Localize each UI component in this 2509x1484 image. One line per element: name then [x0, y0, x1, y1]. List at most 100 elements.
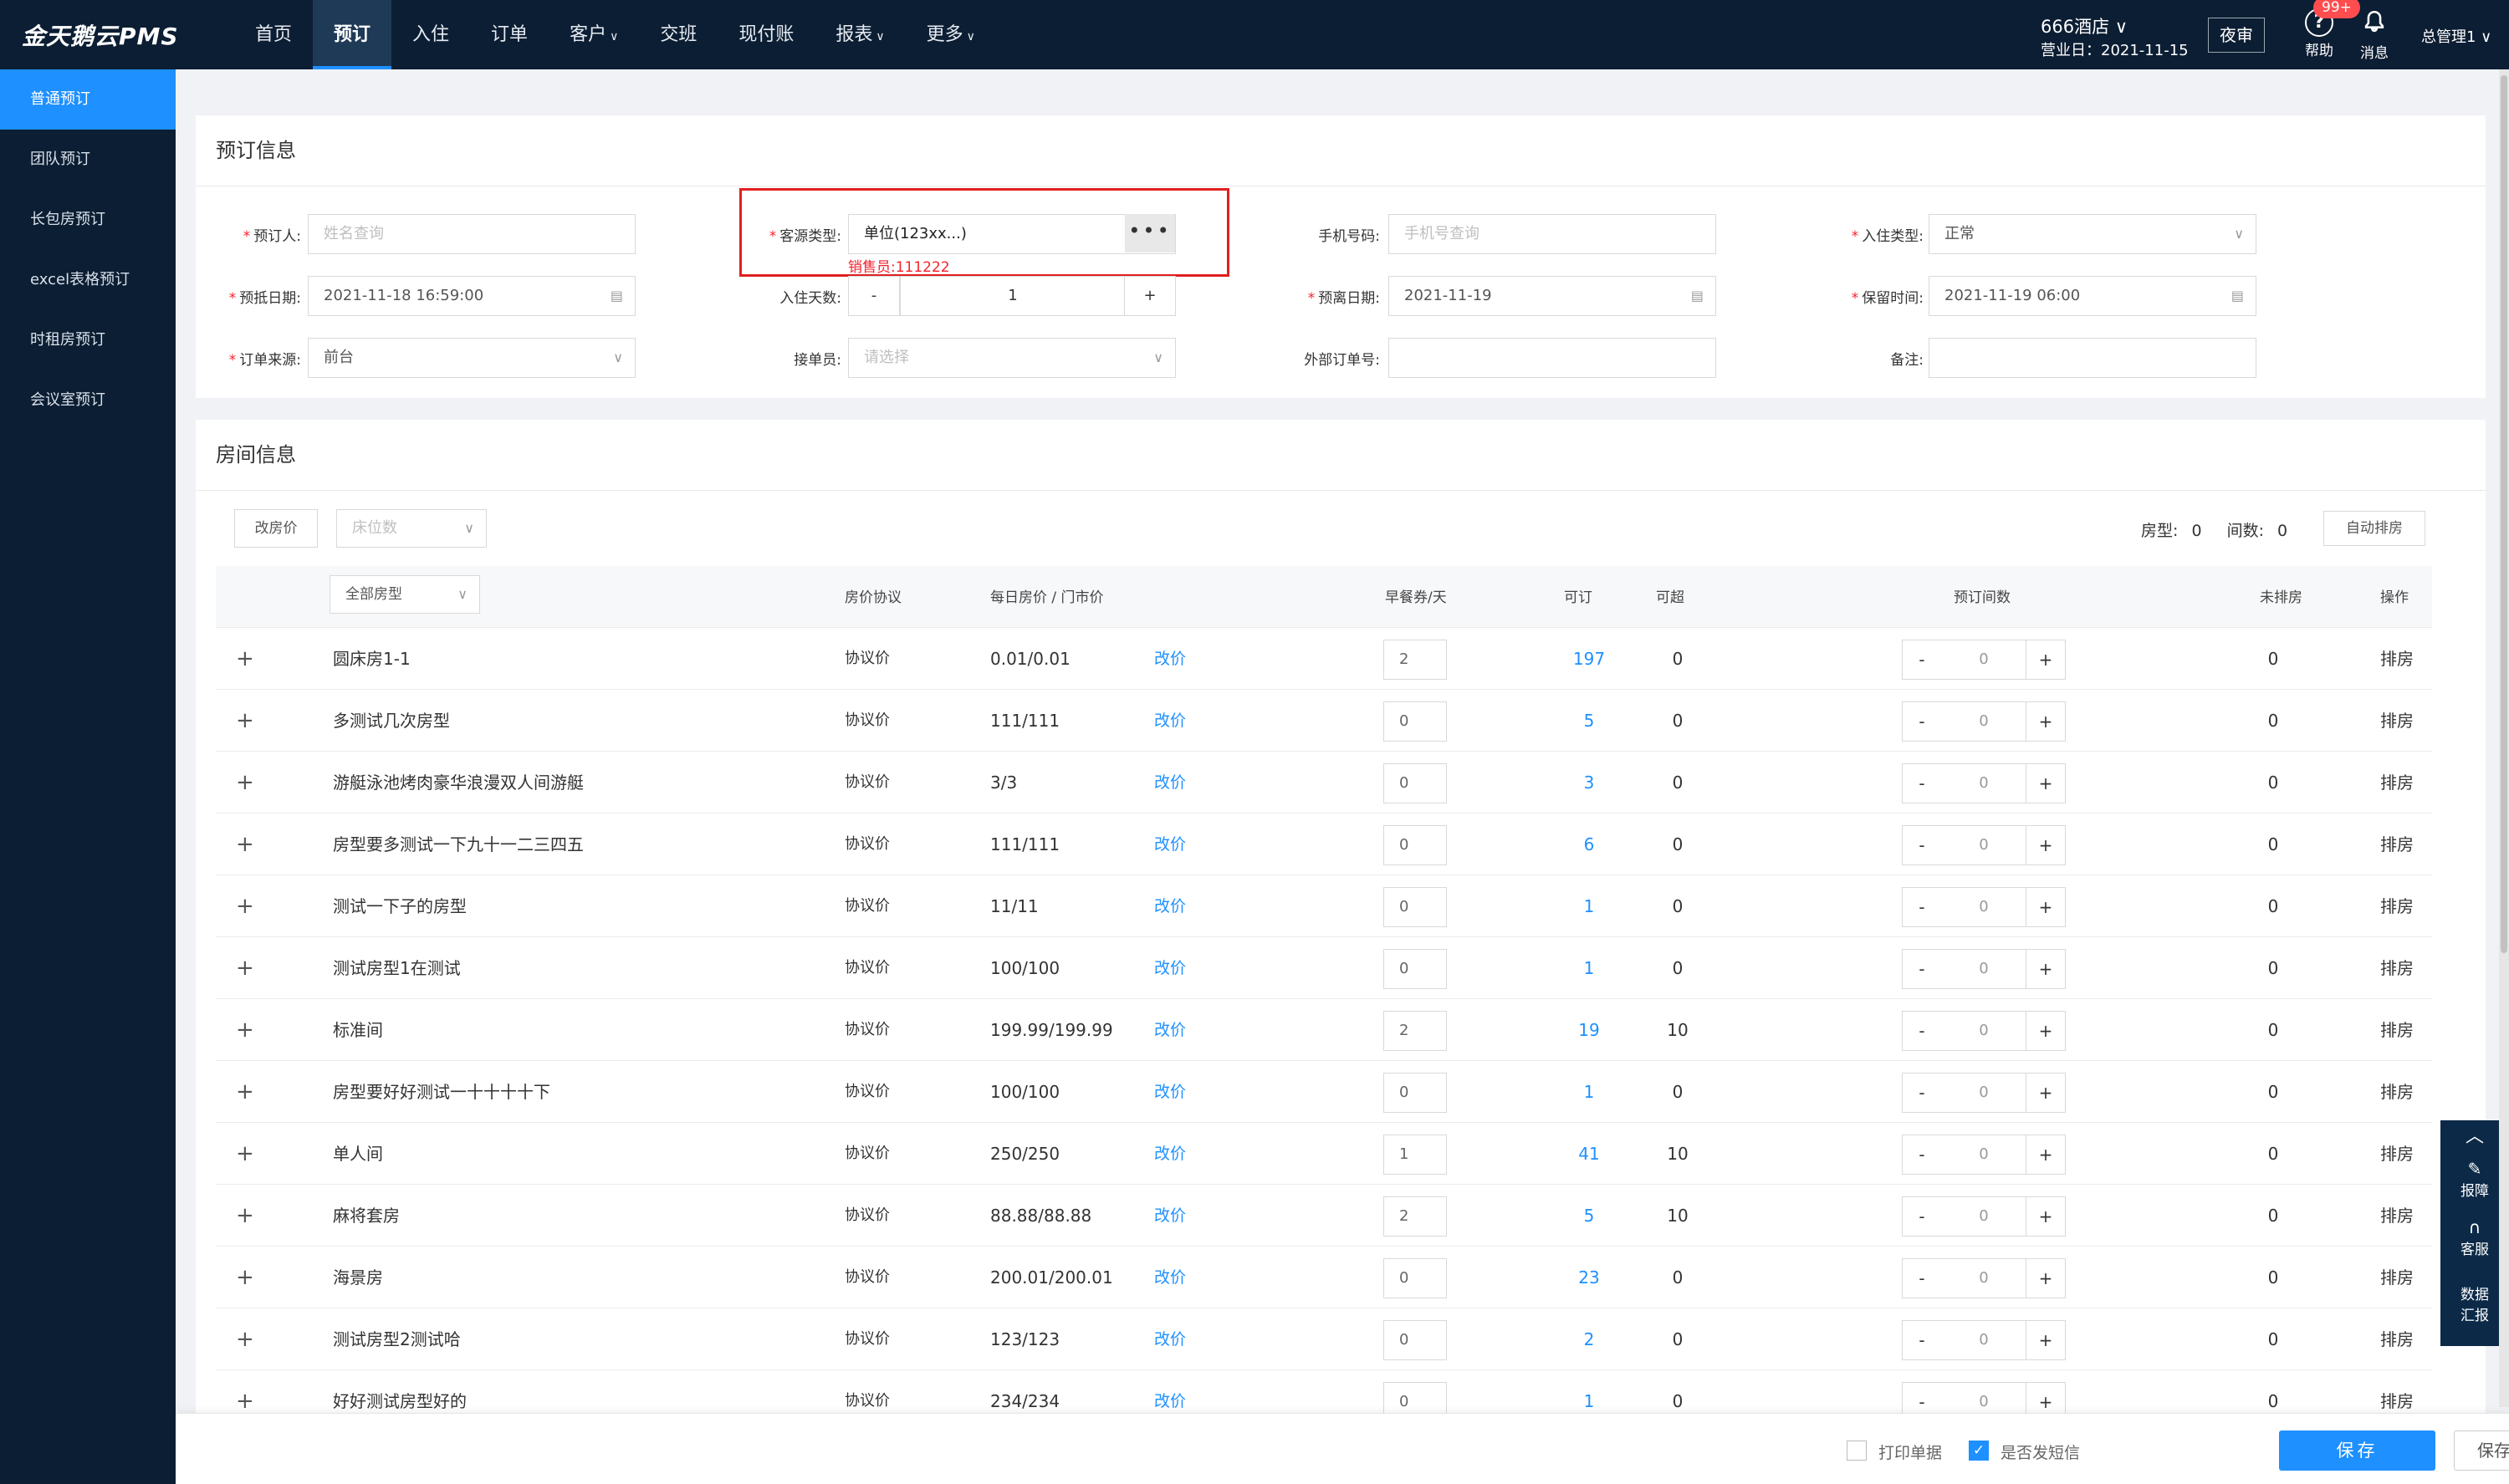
book-count-input[interactable]: 0	[1940, 640, 2027, 680]
available-count[interactable]: 41	[1564, 1123, 1614, 1185]
count-plus-button[interactable]: +	[2026, 825, 2066, 865]
expand-icon[interactable]: +	[236, 937, 254, 999]
edit-price-link[interactable]: 改价	[1154, 875, 1186, 937]
edit-price-link[interactable]: 改价	[1154, 813, 1186, 875]
remark-input[interactable]	[1929, 338, 2256, 378]
available-count[interactable]: 5	[1564, 690, 1614, 752]
edit-price-link[interactable]: 改价	[1154, 1185, 1186, 1247]
count-minus-button[interactable]: -	[1902, 1258, 1942, 1298]
breakfast-input[interactable]: 0	[1383, 1320, 1447, 1360]
book-count-input[interactable]: 0	[1940, 701, 2027, 742]
available-count[interactable]: 23	[1564, 1247, 1614, 1308]
count-plus-button[interactable]: +	[2026, 887, 2066, 927]
assign-room-link[interactable]: 排房	[2380, 690, 2414, 752]
book-count-input[interactable]: 0	[1940, 1320, 2027, 1360]
change-room-price-button[interactable]: 改房价	[234, 509, 318, 548]
send-sms-checkbox[interactable]: ✓	[1969, 1441, 1989, 1461]
edit-price-link[interactable]: 改价	[1154, 1123, 1186, 1185]
count-plus-button[interactable]: +	[2026, 1320, 2066, 1360]
days-input[interactable]: 1	[900, 276, 1126, 316]
count-minus-button[interactable]: -	[1902, 763, 1942, 803]
count-minus-button[interactable]: -	[1902, 1073, 1942, 1113]
book-count-input[interactable]: 0	[1940, 825, 2027, 865]
book-count-input[interactable]: 0	[1940, 1011, 2027, 1051]
scrollbar-thumb[interactable]	[2501, 75, 2507, 953]
booker-input[interactable]: 姓名查询	[308, 214, 636, 254]
count-plus-button[interactable]: +	[2026, 1258, 2066, 1298]
breakfast-input[interactable]: 2	[1383, 1011, 1447, 1051]
sidebar-item[interactable]: excel表格预订	[0, 250, 176, 310]
assign-room-link[interactable]: 排房	[2380, 1247, 2414, 1308]
nav-item[interactable]: 交班	[639, 0, 718, 69]
available-count[interactable]: 5	[1564, 1185, 1614, 1247]
count-minus-button[interactable]: -	[1902, 701, 1942, 742]
count-plus-button[interactable]: +	[2026, 640, 2066, 680]
breakfast-input[interactable]: 0	[1383, 825, 1447, 865]
count-minus-button[interactable]: -	[1902, 1196, 1942, 1237]
book-count-input[interactable]: 0	[1940, 949, 2027, 989]
expand-icon[interactable]: +	[236, 1061, 254, 1123]
assign-room-link[interactable]: 排房	[2380, 628, 2414, 690]
sidebar-item[interactable]: 时租房预订	[0, 310, 176, 370]
assign-room-link[interactable]: 排房	[2380, 813, 2414, 875]
assign-room-link[interactable]: 排房	[2380, 1185, 2414, 1247]
book-count-input[interactable]: 0	[1940, 887, 2027, 927]
edit-price-link[interactable]: 改价	[1154, 628, 1186, 690]
count-plus-button[interactable]: +	[2026, 1011, 2066, 1051]
nav-item[interactable]: 客户 ∨	[549, 0, 639, 69]
expand-icon[interactable]: +	[236, 628, 254, 690]
breakfast-input[interactable]: 2	[1383, 640, 1447, 680]
breakfast-input[interactable]: 0	[1383, 887, 1447, 927]
assign-room-link[interactable]: 排房	[2380, 1308, 2414, 1370]
available-count[interactable]: 1	[1564, 1061, 1614, 1123]
hotel-selector[interactable]: 666酒店 ∨	[2041, 13, 2128, 38]
assign-room-link[interactable]: 排房	[2380, 1123, 2414, 1185]
order-source-select[interactable]: 前台 ∨	[308, 338, 636, 378]
expand-icon[interactable]: +	[236, 875, 254, 937]
edit-price-link[interactable]: 改价	[1154, 690, 1186, 752]
sidebar-item[interactable]: 会议室预订	[0, 370, 176, 431]
expand-icon[interactable]: +	[236, 813, 254, 875]
sidebar-item[interactable]: 普通预订	[0, 69, 176, 130]
assign-room-link[interactable]: 排房	[2380, 875, 2414, 937]
count-minus-button[interactable]: -	[1902, 825, 1942, 865]
bed-count-select[interactable]: 床位数 ∨	[336, 509, 487, 548]
breakfast-input[interactable]: 0	[1383, 949, 1447, 989]
available-count[interactable]: 197	[1564, 628, 1614, 690]
expand-icon[interactable]: +	[236, 999, 254, 1061]
days-plus-button[interactable]: +	[1124, 276, 1176, 316]
available-count[interactable]: 1	[1564, 937, 1614, 999]
breakfast-input[interactable]: 1	[1383, 1135, 1447, 1175]
expand-icon[interactable]: +	[236, 1308, 254, 1370]
nav-item[interactable]: 订单	[470, 0, 549, 69]
nav-item[interactable]: 更多 ∨	[906, 0, 996, 69]
external-order-input[interactable]	[1388, 338, 1716, 378]
hold-time-input[interactable]: 2021-11-19 06:00 ▤	[1929, 276, 2256, 316]
count-minus-button[interactable]: -	[1902, 1320, 1942, 1360]
print-receipt-checkbox[interactable]	[1847, 1441, 1867, 1461]
edit-price-link[interactable]: 改价	[1154, 1061, 1186, 1123]
arrive-date-input[interactable]: 2021-11-18 16:59:00 ▤	[308, 276, 636, 316]
night-audit-button[interactable]: 夜审	[2208, 18, 2265, 53]
expand-icon[interactable]: +	[236, 690, 254, 752]
book-count-input[interactable]: 0	[1940, 1258, 2027, 1298]
nav-item[interactable]: 首页	[234, 0, 313, 69]
book-count-input[interactable]: 0	[1940, 763, 2027, 803]
edit-price-link[interactable]: 改价	[1154, 937, 1186, 999]
nav-item[interactable]: 入住	[391, 0, 470, 69]
count-plus-button[interactable]: +	[2026, 1135, 2066, 1175]
assign-room-link[interactable]: 排房	[2380, 999, 2414, 1061]
book-count-input[interactable]: 0	[1940, 1196, 2027, 1237]
expand-icon[interactable]: +	[236, 752, 254, 813]
available-count[interactable]: 1	[1564, 875, 1614, 937]
room-type-filter[interactable]: 全部房型 ∨	[330, 575, 480, 614]
expand-icon[interactable]: +	[236, 1123, 254, 1185]
edit-price-link[interactable]: 改价	[1154, 1308, 1186, 1370]
count-plus-button[interactable]: +	[2026, 1073, 2066, 1113]
phone-input[interactable]: 手机号查询	[1388, 214, 1716, 254]
nav-item[interactable]: 报表 ∨	[815, 0, 905, 69]
count-minus-button[interactable]: -	[1902, 1011, 1942, 1051]
assign-room-link[interactable]: 排房	[2380, 752, 2414, 813]
count-minus-button[interactable]: -	[1902, 640, 1942, 680]
count-minus-button[interactable]: -	[1902, 887, 1942, 927]
